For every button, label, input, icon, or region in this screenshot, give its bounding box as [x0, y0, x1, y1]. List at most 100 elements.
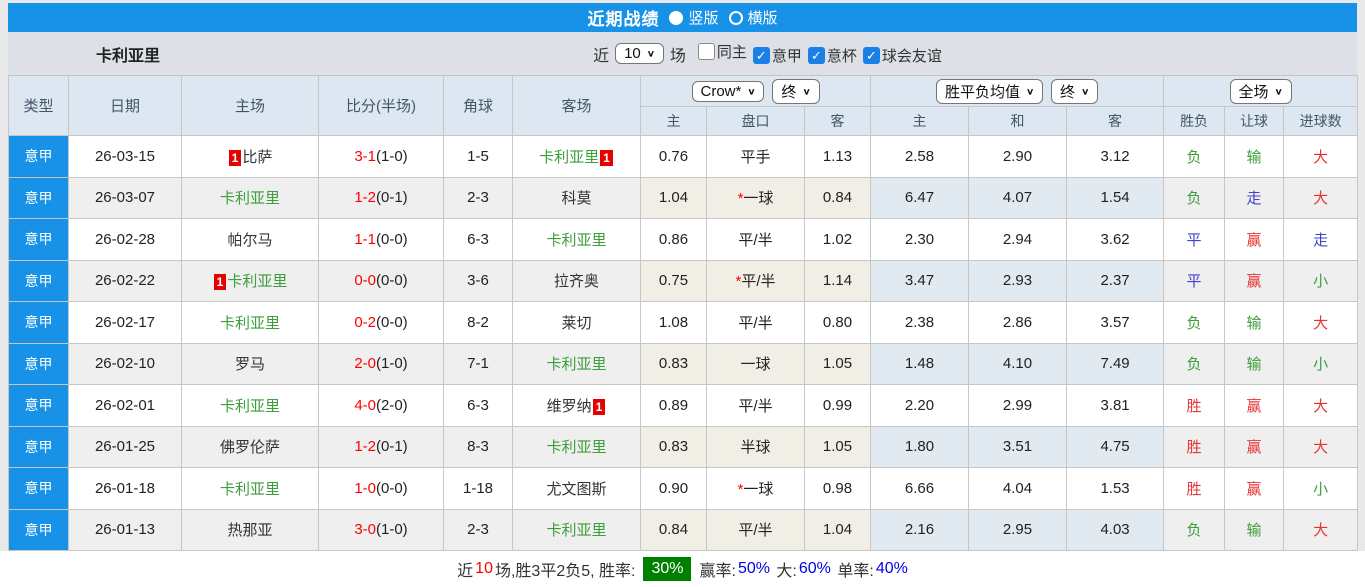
- sub-header-8: 进球数: [1283, 106, 1359, 136]
- summary-bar: 近 10 场,胜3平2负5, 胜率: 30% 赢率: 50% 大: 60% 单率: 40%: [0, 551, 1365, 587]
- odds-time-select[interactable]: 终 ∨: [772, 78, 820, 104]
- result-cell-1: 赢: [1224, 259, 1285, 302]
- radio-unselected-icon[interactable]: [728, 10, 743, 25]
- sub-header-6: 胜负: [1163, 106, 1226, 136]
- halftime-score: (0-0): [376, 230, 408, 248]
- home-team-cell: 卡利亚里: [181, 467, 319, 510]
- summary-text: 单率:: [832, 563, 874, 580]
- handicap-text: 半球: [740, 439, 771, 457]
- odds-header-cell: Crow* ∨ 终 ∨: [639, 75, 872, 107]
- corners-cell: 8-3: [443, 425, 513, 468]
- match-date: 26-01-13: [68, 508, 182, 551]
- result-cell-1: 输: [1224, 342, 1285, 385]
- sub-header-3: 主: [870, 106, 970, 136]
- halftime-score: (0-0): [376, 479, 408, 497]
- mean-odds-cell-0: 6.47: [870, 176, 970, 219]
- league-filter-checkboxes: 同主 ✓ 意甲 ✓ 意杯 ✓ 球会友谊: [692, 41, 942, 67]
- result-cell-0: 负: [1163, 508, 1226, 551]
- score-cell: 1-1(0-0): [318, 218, 444, 261]
- filter-checkbox-意杯[interactable]: ✓ 意杯: [807, 45, 857, 66]
- match-count-select[interactable]: 10 ∨: [615, 43, 664, 64]
- away-odds-cell: 1.05: [803, 342, 872, 385]
- league-badge: 意甲: [8, 384, 69, 427]
- team-name-text: 卡利亚里: [546, 522, 607, 540]
- chevron-down-icon: ∨: [1081, 86, 1090, 97]
- result-cell-1: 赢: [1224, 384, 1285, 427]
- checkbox-checked-icon[interactable]: ✓: [862, 47, 880, 65]
- checkbox-label: 意甲: [771, 48, 802, 66]
- summary-text: 60%: [798, 560, 831, 577]
- result-cell-1: 输: [1224, 301, 1285, 344]
- mean-type-select[interactable]: 胜平负均值 ∨: [935, 78, 1044, 104]
- home-team-cell: 热那亚: [181, 508, 319, 551]
- home-odds-cell: 0.90: [640, 467, 707, 510]
- match-row: 意甲 26-01-18 卡利亚里 1-0(0-0) 1-18 尤文图斯 0.90 *一球 0.9…: [8, 467, 1359, 510]
- radio-selected-icon[interactable]: [669, 10, 684, 25]
- result-cell-2: 大: [1283, 384, 1359, 427]
- mean-odds-cell-1: 4.07: [968, 176, 1068, 219]
- away-odds-cell: 0.98: [803, 467, 872, 510]
- handicap-text: 平/半: [741, 273, 776, 291]
- fulltime-score: 4-0: [354, 396, 376, 414]
- halftime-score: (1-0): [376, 521, 408, 539]
- match-count-value: 10: [624, 45, 641, 62]
- filter-checkbox-意甲[interactable]: ✓ 意甲: [752, 45, 802, 66]
- home-odds-cell: 1.04: [640, 176, 707, 219]
- result-cell-2: 小: [1283, 259, 1359, 302]
- mean-odds-cell-0: 6.66: [870, 467, 970, 510]
- result-cell-0: 胜: [1163, 425, 1226, 468]
- filter-checkbox-同主[interactable]: 同主: [697, 41, 747, 62]
- page-title: 近期战绩: [587, 10, 660, 29]
- result-cell-1: 赢: [1224, 218, 1285, 261]
- team-name-text: 卡利亚里: [219, 397, 280, 415]
- fulltime-score: 1-2: [354, 189, 376, 207]
- col-header-type: 类型: [8, 75, 69, 136]
- corners-cell: 3-6: [443, 259, 513, 302]
- result-cell-0: 负: [1163, 301, 1226, 344]
- home-odds-cell: 1.08: [640, 301, 707, 344]
- home-team-cell: 1 卡利亚里: [181, 259, 319, 302]
- match-row: 意甲 26-02-17 卡利亚里 0-2(0-0) 8-2 莱切 1.08 平/半 0.80 2.…: [8, 301, 1359, 344]
- mean-odds-cell-2: 3.62: [1066, 218, 1165, 261]
- handicap-cell: *平/半: [706, 259, 805, 302]
- mean-type-value: 胜平负均值: [944, 83, 1020, 101]
- checkbox-label: 意杯: [826, 48, 857, 66]
- summary-text: 40%: [875, 560, 908, 577]
- corners-cell: 1-5: [443, 135, 513, 178]
- corners-cell: 6-3: [443, 218, 513, 261]
- handicap-cell: 平/半: [706, 218, 805, 261]
- scope-select[interactable]: 全场 ∨: [1229, 78, 1292, 104]
- score-cell: 4-0(2-0): [318, 384, 444, 427]
- away-team-cell: 科莫: [512, 176, 641, 219]
- mean-odds-cell-1: 2.86: [968, 301, 1068, 344]
- mean-header-cell: 胜平负均值 ∨ 终 ∨: [870, 75, 1165, 107]
- match-row: 意甲 26-02-28 帕尔马 1-1(0-0) 6-3 卡利亚里 0.86 平/半 1.02 2…: [8, 218, 1359, 261]
- score-cell: 1-2(0-1): [318, 176, 444, 219]
- score-cell: 3-0(1-0): [318, 508, 444, 551]
- col-header-home: 主场: [181, 75, 319, 136]
- mean-odds-cell-0: 1.80: [870, 425, 970, 468]
- result-cell-0: 负: [1163, 135, 1226, 178]
- handicap-text: 一球: [743, 190, 774, 208]
- team-name: 卡利亚里: [96, 47, 161, 65]
- league-badge: 意甲: [8, 425, 69, 468]
- team-name-text: 卡利亚里: [219, 314, 280, 332]
- home-odds-cell: 0.83: [640, 425, 707, 468]
- match-row: 意甲 26-03-15 1 比萨 3-1(1-0) 1-5 卡利亚里 1 0.76 平手 1.13 2…: [8, 135, 1359, 178]
- checkbox-unchecked-icon[interactable]: [697, 42, 715, 60]
- filter-checkbox-球会友谊[interactable]: ✓ 球会友谊: [862, 45, 942, 66]
- score-cell: 0-0(0-0): [318, 259, 444, 302]
- win-rate-badge: 30%: [643, 557, 692, 581]
- mean-time-select[interactable]: 终 ∨: [1051, 78, 1099, 104]
- home-odds-cell: 0.89: [640, 384, 707, 427]
- checkbox-checked-icon[interactable]: ✓: [752, 47, 770, 65]
- checkbox-checked-icon[interactable]: ✓: [807, 47, 825, 65]
- layout-radio-vertical[interactable]: 竖版: [669, 7, 719, 28]
- handicap-text: 平手: [740, 148, 771, 166]
- summary-text: 近: [457, 563, 474, 580]
- result-cell-0: 平: [1163, 259, 1226, 302]
- halftime-score: (0-1): [376, 189, 408, 207]
- layout-radio-horizontal[interactable]: 横版: [728, 7, 778, 28]
- odds-company-select[interactable]: Crow* ∨: [691, 80, 765, 102]
- summary-text: 赢率:: [699, 563, 736, 580]
